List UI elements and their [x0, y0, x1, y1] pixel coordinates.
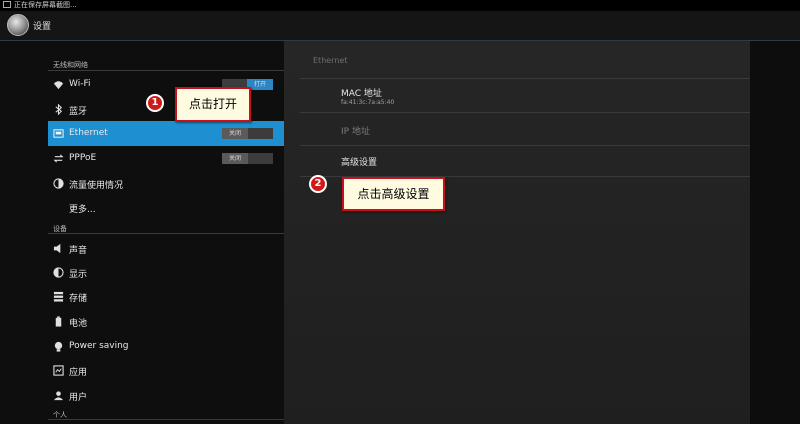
step-2-badge: 2 [309, 175, 327, 193]
section-divider [48, 70, 284, 71]
bluetooth-icon [55, 104, 63, 115]
mac-address-label: MAC 地址 [341, 89, 382, 99]
sidebar-item-label: 流量使用情况 [69, 181, 124, 191]
section-divider [48, 233, 284, 234]
sidebar-item-storage[interactable]: 存储 [48, 284, 284, 309]
wifi-icon [53, 81, 64, 90]
sidebar-item-label: 用户 [69, 393, 88, 403]
speaker-icon [53, 243, 61, 254]
pppoe-toggle[interactable]: 关闭 [222, 153, 273, 164]
ethernet-icon [53, 129, 64, 138]
brightness-icon [53, 267, 64, 278]
pppoe-icon [53, 154, 64, 163]
status-bar: 正在保存屏幕截图... [0, 0, 800, 11]
step-2-callout: 点击高级设置 [342, 177, 445, 211]
ethernet-toggle[interactable]: 关闭 [222, 128, 273, 139]
settings-app-icon[interactable] [7, 14, 29, 36]
sidebar-item-label: 显示 [69, 270, 88, 280]
section-divider [48, 419, 284, 420]
sidebar-item-sound[interactable]: 声音 [48, 236, 284, 261]
detail-title: Ethernet [313, 56, 348, 65]
sidebar-item-ethernet[interactable]: Ethernet 关闭 [48, 121, 284, 146]
sidebar-item-more[interactable]: 更多... [48, 195, 284, 220]
sidebar-item-label: 应用 [69, 368, 88, 378]
sidebar-item-label: 电池 [69, 319, 88, 329]
mac-address-value: fa:41:3c:7a:a5:40 [341, 99, 395, 106]
section-header-wireless: 无线和网络 [53, 61, 88, 69]
sidebar-item-label: 声音 [69, 246, 88, 256]
detail-divider [300, 145, 750, 146]
toggle-label: 关闭 [222, 128, 248, 139]
page-title: 设置 [33, 22, 52, 32]
sidebar-item-battery[interactable]: 电池 [48, 309, 284, 334]
sidebar-item-label: 蓝牙 [69, 107, 88, 117]
action-bar: 设置 [0, 11, 800, 41]
sidebar-item-data-usage[interactable]: 流量使用情况 [48, 171, 284, 196]
sidebar-item-users[interactable]: 用户 [48, 383, 284, 408]
screenshot-icon [3, 1, 11, 8]
toggle-label: 关闭 [222, 153, 248, 164]
detail-divider [300, 78, 750, 79]
battery-icon [55, 316, 62, 327]
data-usage-icon [53, 178, 64, 189]
step-1-badge: 1 [146, 94, 164, 112]
lightbulb-icon [54, 341, 63, 352]
storage-icon [53, 291, 64, 302]
sidebar-item-label: Ethernet [69, 128, 108, 138]
advanced-settings-item[interactable]: 高级设置 [341, 155, 377, 168]
sidebar-item-label: Power saving [69, 341, 129, 351]
sidebar-item-label: Wi-Fi [69, 79, 91, 89]
detail-divider [300, 112, 750, 113]
apps-icon [53, 365, 64, 376]
status-text: 正在保存屏幕截图... [14, 1, 77, 9]
sidebar-item-power-saving[interactable]: Power saving [48, 334, 284, 359]
ip-address-label: IP 地址 [341, 127, 370, 137]
user-icon [53, 391, 64, 401]
sidebar-item-label: PPPoE [69, 153, 97, 163]
sidebar-item-apps[interactable]: 应用 [48, 358, 284, 383]
sidebar-item-label: 存储 [69, 294, 88, 304]
sidebar-item-label: 更多... [69, 205, 96, 215]
sidebar-item-display[interactable]: 显示 [48, 260, 284, 285]
sidebar-item-pppoe[interactable]: PPPoE 关闭 [48, 146, 284, 171]
step-1-callout: 点击打开 [175, 87, 251, 122]
